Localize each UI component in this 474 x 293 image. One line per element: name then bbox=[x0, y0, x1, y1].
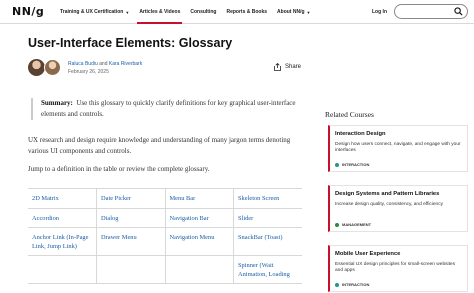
glossary-link[interactable]: Navigation Bar bbox=[165, 208, 234, 228]
nav-articles-videos[interactable]: Articles & Videos bbox=[137, 0, 183, 24]
nav-about[interactable]: About NN/g ▼ bbox=[277, 0, 310, 24]
jump-paragraph: Jump to a definition in the table or rev… bbox=[28, 165, 210, 173]
course-card-design-systems[interactable]: Design Systems and Pattern Libraries Inc… bbox=[328, 185, 468, 232]
author-avatar-raluca[interactable] bbox=[28, 59, 45, 76]
byline: Raluca Budiu and Kara Riverbark bbox=[68, 61, 142, 67]
related-courses-heading: Related Courses bbox=[325, 110, 374, 119]
glossary-link[interactable]: Navigation Menu bbox=[165, 227, 234, 256]
glossary-link[interactable]: Date Picker bbox=[96, 188, 166, 209]
article-summary: Summary: Use this glossary to quickly cl… bbox=[31, 98, 296, 120]
table-row: Anchor Link (In-Page Link, Jump Link) Dr… bbox=[28, 227, 302, 256]
course-description: Essential UX design principles for small… bbox=[335, 262, 455, 273]
course-title[interactable]: Interaction Design bbox=[335, 131, 462, 137]
course-description: Increase design quality, consistency, an… bbox=[335, 202, 443, 207]
nav-reports-label: Reports & Books bbox=[226, 9, 268, 15]
glossary-link[interactable]: Dialog bbox=[96, 208, 166, 228]
course-card-mobile-ux[interactable]: Mobile User Experience Essential UX desi… bbox=[328, 245, 468, 292]
course-tag: MANAGEMENT bbox=[335, 222, 371, 227]
search-input[interactable] bbox=[401, 10, 457, 24]
search-field[interactable] bbox=[394, 4, 468, 24]
glossary-link[interactable]: Drawer Menu bbox=[96, 227, 166, 256]
table-row: 2D Matrix Date Picker Menu Bar Skeleton … bbox=[28, 188, 302, 209]
glossary-table: 2D Matrix Date Picker Menu Bar Skeleton … bbox=[28, 188, 302, 284]
glossary-cell-empty bbox=[28, 255, 97, 284]
tag-dot-icon bbox=[335, 282, 339, 287]
course-tag-label: INTERACTION bbox=[342, 282, 370, 287]
share-button[interactable]: Share bbox=[274, 63, 301, 71]
share-label: Share bbox=[285, 64, 302, 70]
nav-training[interactable]: Training & UX Certification ▼ bbox=[60, 0, 129, 24]
glossary-link[interactable]: Accordion bbox=[28, 208, 97, 228]
tag-dot-icon bbox=[335, 162, 339, 167]
summary-label: Summary: bbox=[41, 99, 73, 107]
login-link[interactable]: Log In bbox=[372, 9, 387, 15]
nav-articles-label: Articles & Videos bbox=[139, 9, 181, 15]
nngroup-logo[interactable]: NN/g bbox=[12, 5, 44, 18]
glossary-link[interactable]: 2D Matrix bbox=[28, 188, 97, 209]
share-icon bbox=[274, 63, 281, 71]
author-link-1[interactable]: Raluca Budiu bbox=[68, 61, 98, 67]
table-row: Accordion Dialog Navigation Bar Slider bbox=[28, 208, 302, 228]
nav-training-label: Training & UX Certification bbox=[60, 9, 124, 15]
glossary-cell-empty bbox=[96, 255, 166, 284]
chevron-down-icon: ▼ bbox=[306, 9, 311, 15]
glossary-link[interactable]: Anchor Link (In-Page Link, Jump Link) bbox=[28, 227, 97, 256]
nav-consulting[interactable]: Consulting bbox=[190, 0, 216, 24]
glossary-link[interactable]: SnackBar (Toast) bbox=[233, 227, 302, 256]
author-avatar-kara[interactable] bbox=[44, 59, 61, 76]
search-icon[interactable] bbox=[454, 7, 463, 16]
table-row: Spinner (Wait Animation, Loading bbox=[28, 255, 302, 284]
glossary-cell-empty bbox=[165, 255, 234, 284]
course-card-interaction-design[interactable]: Interaction Design Design how users conn… bbox=[328, 125, 468, 172]
publish-date: February 26, 2025 bbox=[68, 69, 109, 75]
nav-consulting-label: Consulting bbox=[190, 9, 217, 15]
byline-and: and bbox=[99, 61, 108, 67]
main-nav: Training & UX Certification ▼ Articles & … bbox=[60, 0, 321, 24]
glossary-link[interactable]: Menu Bar bbox=[165, 188, 234, 209]
course-title[interactable]: Design Systems and Pattern Libraries bbox=[335, 191, 462, 197]
intro-paragraph: UX research and design require knowledge… bbox=[28, 136, 291, 155]
glossary-link[interactable]: Slider bbox=[233, 208, 302, 228]
course-tag-label: MANAGEMENT bbox=[342, 222, 372, 227]
site-header: NN/g Training & UX Certification ▼ Articl… bbox=[0, 0, 474, 24]
summary-text: Use this glossary to quickly clarify def… bbox=[41, 99, 296, 118]
glossary-link[interactable]: Skeleton Screen bbox=[233, 188, 302, 209]
tag-dot-icon bbox=[335, 222, 339, 227]
glossary-link[interactable]: Spinner (Wait Animation, Loading bbox=[233, 255, 302, 284]
nav-reports-books[interactable]: Reports & Books bbox=[226, 0, 267, 24]
course-title[interactable]: Mobile User Experience bbox=[335, 251, 462, 257]
chevron-down-icon: ▼ bbox=[125, 9, 130, 15]
nav-about-label: About NN/g bbox=[277, 9, 305, 15]
course-description: Design how users connect, navigate, and … bbox=[335, 142, 461, 153]
course-tag: INTERACTION bbox=[335, 282, 369, 287]
page-title: User-Interface Elements: Glossary bbox=[28, 36, 233, 50]
author-link-2[interactable]: Kara Riverbark bbox=[109, 61, 142, 67]
course-tag: INTERACTION bbox=[335, 162, 369, 167]
course-tag-label: INTERACTION bbox=[342, 162, 370, 167]
